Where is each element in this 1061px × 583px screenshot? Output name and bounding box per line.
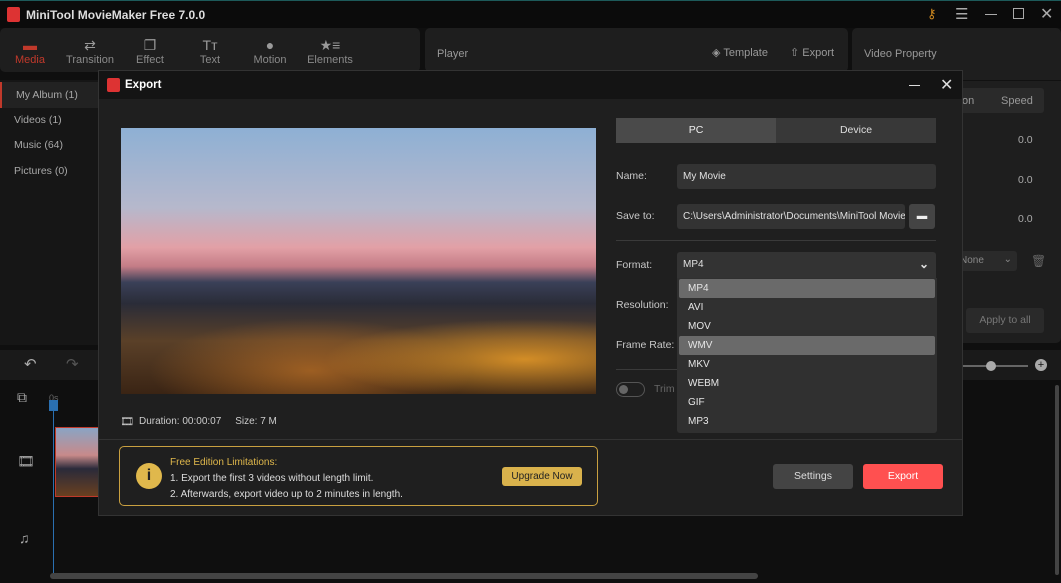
folder-icon: ▬ <box>916 210 928 222</box>
video-preview <box>121 128 596 394</box>
tab-motion[interactable]: ● Motion <box>240 36 300 66</box>
sidebar-item-music[interactable]: Music (64) <box>0 132 98 158</box>
save-to-label: Save to: <box>616 210 655 222</box>
tab-elements[interactable]: ★≡ Elements <box>300 36 360 66</box>
property-value: 0.0 <box>1018 213 1033 225</box>
dialog-title: Export <box>125 79 162 91</box>
player-title: Player <box>437 48 469 60</box>
frame-rate-label: Frame Rate: <box>616 339 675 351</box>
tab-media[interactable]: ▬ Media <box>0 36 60 66</box>
key-icon[interactable]: ⚷ <box>927 6 937 22</box>
trim-toggle[interactable] <box>616 382 645 397</box>
free-edition-notice: i Free Edition Limitations: 1. Export th… <box>119 446 598 506</box>
format-option-mp3[interactable]: MP3 <box>679 412 935 431</box>
dialog-minimize-icon[interactable] <box>909 85 920 86</box>
film-icon: 🎞 <box>120 416 134 428</box>
settings-button[interactable]: Settings <box>773 464 853 489</box>
zoom-slider-handle[interactable] <box>986 361 996 371</box>
folder-icon: ▬ <box>23 37 37 53</box>
video-track-icon: 🎞 <box>17 453 35 469</box>
property-select[interactable]: None ⌄ <box>955 251 1017 271</box>
horizontal-scrollbar[interactable] <box>50 573 758 579</box>
add-track-icon[interactable]: ⧉ <box>17 389 27 406</box>
layers-icon: ◈ <box>712 47 724 59</box>
upload-icon: ⇧ <box>790 47 803 59</box>
upgrade-now-button[interactable]: Upgrade Now <box>502 467 582 486</box>
property-title: Video Property <box>864 48 937 60</box>
dialog-header: Export ✕ <box>99 71 962 99</box>
notice-title: Free Edition Limitations: <box>170 457 278 468</box>
format-option-mov[interactable]: MOV <box>679 317 935 336</box>
text-icon: Tт <box>202 37 218 53</box>
trim-label: Trim <box>654 383 675 395</box>
undo-icon[interactable]: ↶ <box>24 355 37 373</box>
star-icon: ★≡ <box>319 37 341 53</box>
close-icon[interactable]: ✕ <box>1040 4 1053 24</box>
format-option-avi[interactable]: AVI <box>679 298 935 317</box>
app-logo-icon <box>7 7 20 22</box>
notice-line-2: 2. Afterwards, export video up to 2 minu… <box>170 489 403 500</box>
video-clip-thumbnail[interactable] <box>55 427 99 497</box>
playhead[interactable] <box>53 402 54 578</box>
resolution-label: Resolution: <box>616 299 669 311</box>
format-label: Format: <box>616 259 653 271</box>
playhead-handle[interactable] <box>49 400 58 411</box>
format-dropdown-list: MP4 AVI MOV WMV MKV WEBM GIF MP3 <box>677 278 937 433</box>
circle-icon: ● <box>265 37 275 53</box>
title-bar: MiniTool MovieMaker Free 7.0.0 ⚷ ☰ ✕ <box>0 0 1061 28</box>
template-button[interactable]: ◈ Template <box>712 46 768 59</box>
tab-effect[interactable]: ❐ Effect <box>120 36 180 66</box>
tab-text[interactable]: Tт Text <box>180 36 240 66</box>
maximize-icon[interactable] <box>1013 8 1024 19</box>
sidebar-item-pictures[interactable]: Pictures (0) <box>0 158 98 184</box>
property-value: 0.0 <box>1018 134 1033 146</box>
vertical-scrollbar[interactable] <box>1055 385 1059 575</box>
menu-icon[interactable]: ☰ <box>955 5 968 23</box>
export-top-button[interactable]: ⇧ Export <box>790 46 834 59</box>
tab-transition[interactable]: ⇄ Transition <box>60 36 120 66</box>
tab-partial[interactable]: on <box>962 95 974 107</box>
notice-line-1: 1. Export the first 3 videos without len… <box>170 473 374 484</box>
player-header: Player ◈ Template ⇧ Export <box>425 28 848 72</box>
format-select[interactable]: MP4 ⌄ <box>677 252 936 278</box>
property-value: 0.0 <box>1018 174 1033 186</box>
layers-icon: ❐ <box>143 37 157 53</box>
sidebar-item-videos[interactable]: Videos (1) <box>0 107 98 133</box>
format-option-webm[interactable]: WEBM <box>679 374 935 393</box>
app-title: MiniTool MovieMaker Free 7.0.0 <box>26 8 206 22</box>
preview-city-lights <box>121 278 596 394</box>
redo-icon[interactable]: ↷ <box>66 355 79 373</box>
export-button[interactable]: Export <box>863 464 943 489</box>
tab-device[interactable]: Device <box>776 118 936 143</box>
save-path-input[interactable]: C:\Users\Administrator\Documents\MiniToo… <box>677 204 905 229</box>
browse-folder-button[interactable]: ▬ <box>909 204 935 229</box>
chevron-down-icon: ⌄ <box>918 257 929 271</box>
media-toolbar: ▬ Media ⇄ Transition ❐ Effect Tт Text ● Motio… <box>0 28 420 72</box>
format-option-wmv[interactable]: WMV <box>679 336 935 355</box>
chevron-down-icon: ⌄ <box>1003 254 1012 265</box>
export-dialog: Export ✕ 🎞 Duration: 00:00:07 Size: 7 M … <box>98 70 963 516</box>
tab-speed[interactable]: Speed <box>1001 95 1033 107</box>
zoom-in-icon[interactable]: + <box>1035 359 1047 371</box>
swap-icon: ⇄ <box>84 37 96 53</box>
tab-pc[interactable]: PC <box>616 118 776 143</box>
sidebar-item-my-album[interactable]: My Album (1) <box>0 82 98 108</box>
music-track-icon: ♫ <box>19 530 30 546</box>
format-option-mkv[interactable]: MKV <box>679 355 935 374</box>
format-option-gif[interactable]: GIF <box>679 393 935 412</box>
minimize-icon[interactable] <box>985 14 997 15</box>
duration-info: Duration: 00:00:07 Size: 7 M <box>139 416 277 427</box>
apply-to-all-button[interactable]: Apply to all <box>966 308 1044 333</box>
name-label: Name: <box>616 170 647 182</box>
trash-icon[interactable]: 🗑 <box>1031 254 1046 268</box>
name-input[interactable]: My Movie <box>677 164 936 189</box>
dialog-close-icon[interactable]: ✕ <box>940 75 953 95</box>
media-sidebar: My Album (1) Videos (1) Music (64) Pictu… <box>0 80 98 345</box>
format-option-mp4[interactable]: MP4 <box>679 279 935 298</box>
info-icon: i <box>136 463 162 489</box>
app-logo-icon <box>107 78 120 92</box>
